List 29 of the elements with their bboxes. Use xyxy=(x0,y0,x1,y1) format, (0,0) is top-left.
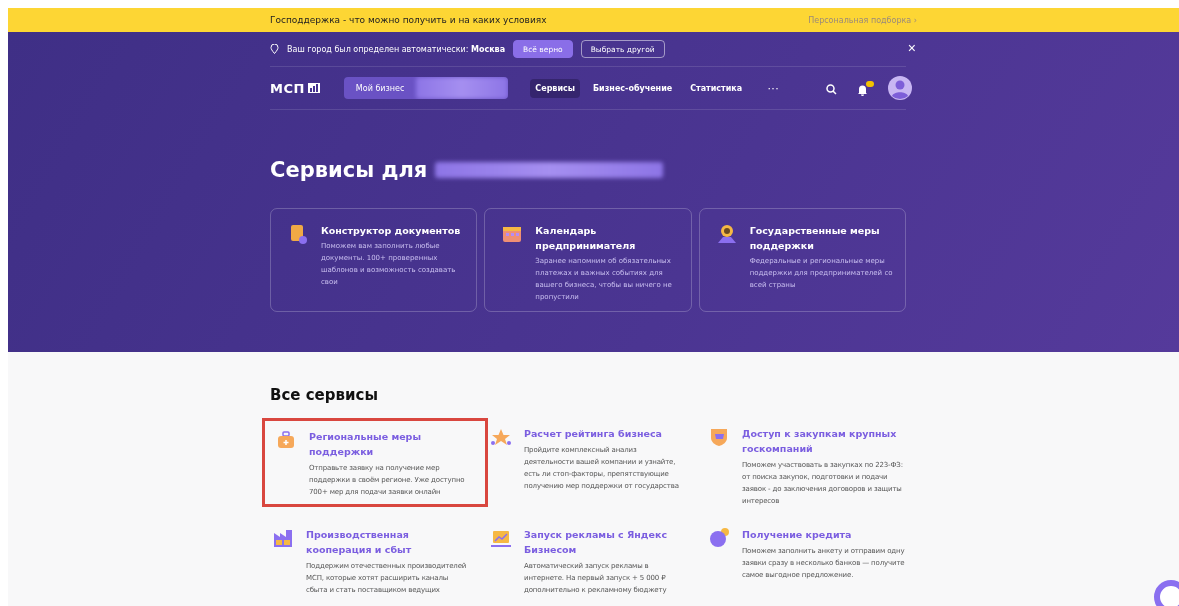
nav-tab[interactable]: Сервисы xyxy=(530,78,580,98)
service-link[interactable]: Запуск рекламы с Яндекс Бизнесом xyxy=(524,527,688,557)
service-link[interactable]: Расчет рейтинга бизнеса xyxy=(524,426,688,441)
card-title: Конструктор документов xyxy=(321,224,462,238)
avatar-icon[interactable] xyxy=(888,76,912,100)
card-title: Календарь предпринимателя xyxy=(535,224,637,253)
service-link[interactable]: Получение кредита xyxy=(742,527,906,542)
coins-icon xyxy=(708,527,730,549)
briefcase-icon xyxy=(275,429,297,451)
close-button[interactable]: × xyxy=(907,41,916,55)
shield-cart-icon xyxy=(708,426,730,448)
city-detected-text: Ваш город был определен автоматически: Москва xyxy=(287,44,506,54)
service-link[interactable]: Производственная кооперация и сбыт xyxy=(306,527,470,557)
page-title: Сервисы для xyxy=(270,158,428,182)
service-link[interactable]: Региональные меры поддержки xyxy=(309,429,477,459)
notifications-button[interactable] xyxy=(857,80,874,96)
section-title: Все сервисы xyxy=(270,385,379,404)
logo[interactable]: МСП xyxy=(270,80,320,96)
nav-tab[interactable]: Бизнес-обучение xyxy=(588,78,678,98)
factory-icon xyxy=(272,527,294,549)
more-button[interactable]: ··· xyxy=(761,80,786,96)
promo-text: Господдержка - что можно получить и на каких условиях xyxy=(270,15,547,25)
nav-tab[interactable]: Статистика xyxy=(685,78,748,98)
location-pin-icon xyxy=(715,223,738,245)
card-title: Государственные меры поддержки xyxy=(749,224,881,253)
my-business-switcher[interactable]: Мой бизнес xyxy=(343,77,509,99)
location-icon xyxy=(270,44,279,54)
logo-bars-icon xyxy=(307,83,320,93)
service-link[interactable]: Доступ к закупкам крупных госкомпаний xyxy=(742,426,906,456)
